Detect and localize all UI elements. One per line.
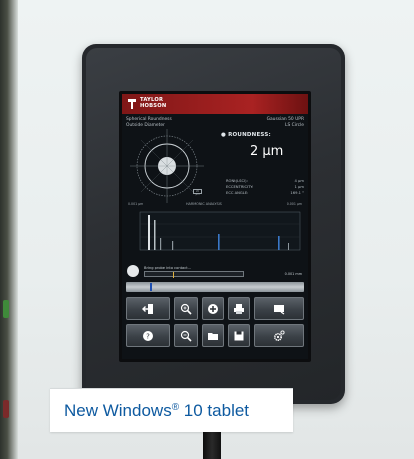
green-light [3,300,9,318]
screen-bezel: TAYLOR HOBSON Spherical Roundness Outsid… [119,91,311,362]
settings-button[interactable] [254,324,304,347]
tablet-screen: TAYLOR HOBSON Spherical Roundness Outsid… [122,94,308,359]
red-light [3,400,9,418]
measurement-info: Spherical Roundness Outside Diameter [126,117,172,129]
parameter-list: RONt(LSCI): 4 μm ECCENTRICITY: 1 μm ECC … [226,178,304,196]
save-button[interactable] [228,324,250,347]
histogram-right-label: 0.001 μm [286,202,302,206]
add-button[interactable] [202,297,224,320]
harmonic-histogram: HARMONIC ANALYSIS 0.001 μm 0.001 μm [126,202,304,256]
probe-reading: 0.001 mm [284,272,302,276]
caption-prefix: New Windows [64,401,172,420]
print-button[interactable] [228,297,250,320]
param-name: ECCENTRICITY: [226,185,254,189]
gauge-needle [150,283,152,291]
print-icon [234,303,244,314]
tablet-frame: TAYLOR HOBSON Spherical Roundness Outsid… [82,44,345,404]
filter-info: Gaussian 50 UPR LS Circle [267,117,304,129]
param-name: RONt(LSCI): [226,179,248,183]
caption-text: New Windows® 10 tablet [64,401,249,421]
histogram-left-label: 0.001 μm [128,202,144,206]
folder-icon [208,332,218,340]
chart-button[interactable] [254,297,304,320]
exit-button[interactable] [126,297,170,320]
caption-box: New Windows® 10 tablet [50,388,293,432]
product-photo: TAYLOR HOBSON Spherical Roundness Outsid… [0,0,414,459]
param-name: ECC ANGLE: [226,191,249,195]
save-icon [234,331,244,340]
svg-text:?: ? [146,332,150,340]
zoom-in-icon [180,303,192,315]
taylor-hobson-logo-icon [128,99,136,109]
zoom-in-button[interactable] [174,297,198,320]
brand-name: TAYLOR HOBSON [140,97,166,109]
probe-position-marker [173,272,174,278]
param-value: 169.1 ° [290,191,304,195]
add-icon [208,303,218,314]
exit-icon [142,303,153,314]
left-edge-background [0,0,18,459]
gear-icon [273,329,285,341]
probe-position-bar [144,271,244,278]
probe-indicator-icon [127,265,139,277]
polar-scale: 20 μm [193,189,202,196]
open-folder-button[interactable] [202,324,224,347]
probe-gauge [126,282,304,292]
zoom-out-button[interactable] [174,324,198,347]
roundness-value: 2 μm [250,144,284,159]
caption-suffix: 10 tablet [179,401,250,420]
roundness-label-text: ROUNDNESS: [228,132,271,138]
reference-circle: LS Circle [285,123,304,128]
param-row: ECC ANGLE: 169.1 ° [226,190,304,196]
brand-bar: TAYLOR HOBSON [122,94,308,114]
brand-line-2: HOBSON [140,103,167,109]
probe-status: Bring probe into contact... 0.001 mm [126,264,304,282]
histogram-plot [139,211,301,251]
histogram-title: HARMONIC ANALYSIS [186,202,222,206]
registered-mark: ® [171,402,180,413]
probe-status-text: Bring probe into contact... [144,266,192,270]
help-icon: ? [143,330,153,341]
chart-icon [274,304,285,314]
roundness-label: ● ROUNDNESS: [221,132,271,138]
help-button[interactable]: ? [126,324,170,347]
zoom-out-icon [180,330,192,342]
